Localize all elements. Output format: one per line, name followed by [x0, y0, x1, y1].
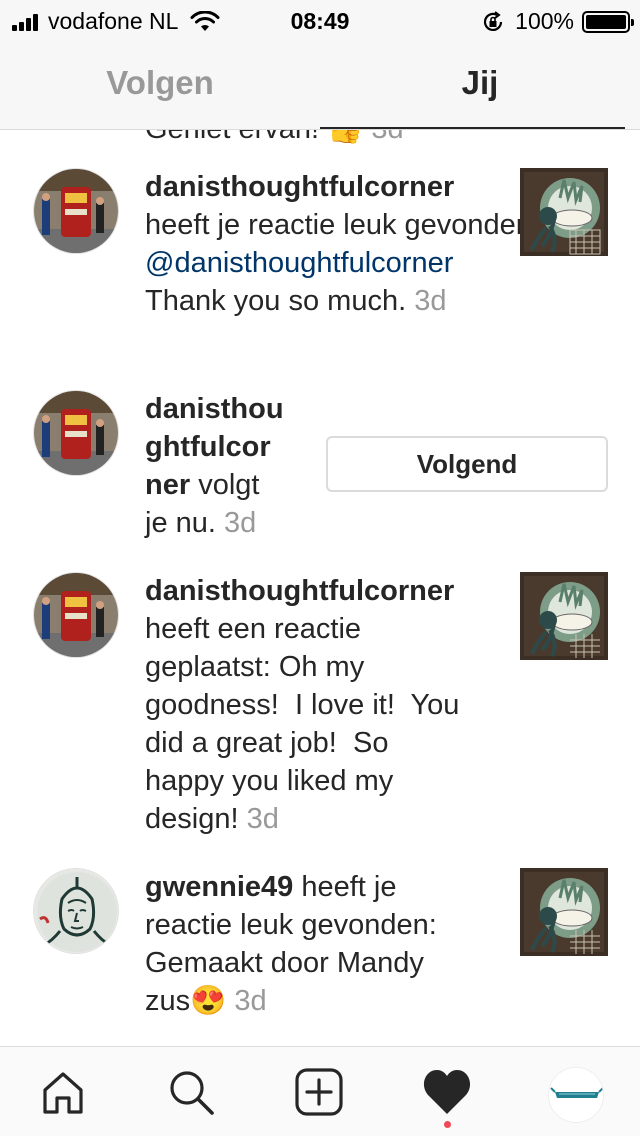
activity-tabs: Volgen Jij	[0, 40, 640, 130]
avatar-photo-icon	[34, 391, 118, 475]
activity-heart-icon[interactable]	[420, 1065, 474, 1119]
list-item[interactable]: gwennie49 heeft je reactie leuk gevonden…	[0, 868, 640, 1038]
activity-indicator-dot	[444, 1121, 451, 1128]
comment-line: happy you liked my	[145, 765, 394, 797]
timestamp: 3d	[246, 803, 279, 835]
notification-text: danisthoughtfulcorner heeft je reactie l…	[145, 168, 540, 320]
comment-line: design!	[145, 803, 239, 835]
battery-percentage: 100%	[515, 8, 574, 34]
comment-line: goodness! I love it! You	[145, 689, 460, 721]
post-thumbnail-image	[520, 168, 608, 256]
username-link[interactable]: gwennie49	[145, 871, 293, 903]
username-link-line-3[interactable]: ner	[145, 469, 190, 501]
notification-text: danisthou ghtfulcor ner volgt je nu. 3d	[145, 390, 310, 542]
cutoff-text: Geniet ervan! 👍	[145, 130, 363, 145]
action-text: heeft je reactie leuk gevonden:	[145, 209, 540, 241]
post-thumbnail-image	[520, 572, 608, 660]
rotation-lock-icon	[484, 10, 503, 31]
active-tab-indicator	[320, 127, 625, 129]
post-thumbnail[interactable]	[520, 168, 608, 256]
avatar[interactable]	[33, 168, 119, 254]
search-icon[interactable]	[164, 1065, 218, 1119]
profile-avatar-image	[549, 1068, 603, 1122]
notification-text: danisthoughtfulcorner heeft een reactie …	[145, 572, 459, 838]
post-thumbnail[interactable]	[520, 868, 608, 956]
battery-icon	[582, 10, 634, 33]
previous-item-cutoff: Geniet ervan! 👍 3d	[145, 130, 404, 146]
comment-line: heeft een reactie	[145, 613, 362, 645]
avatar-photo-icon	[34, 573, 118, 657]
username-link-line-1[interactable]: danisthou	[145, 390, 310, 428]
avatar-photo-icon	[34, 169, 118, 253]
comment-line: zus😍	[145, 985, 227, 1017]
post-thumbnail[interactable]	[520, 572, 608, 660]
comment-text: Thank you so much.	[145, 285, 407, 317]
cutoff-time: 3d	[371, 130, 403, 145]
comment-line: geplaatst: Oh my	[145, 651, 365, 683]
action-text: heeft je	[301, 871, 397, 903]
timestamp: 3d	[234, 985, 267, 1017]
home-icon[interactable]	[36, 1065, 90, 1119]
list-item[interactable]: danisthou ghtfulcor ner volgt je nu. 3d …	[0, 390, 640, 550]
action-text-continued: reactie leuk gevonden:	[145, 909, 437, 941]
post-thumbnail-image	[520, 868, 608, 956]
action-text: volgt	[198, 469, 260, 501]
action-text-continued: je nu.	[145, 507, 216, 539]
tab-you[interactable]: Jij	[320, 64, 640, 102]
mention-link[interactable]: @danisthoughtfulcorner	[145, 244, 540, 282]
username-link[interactable]: danisthoughtfulcorner	[145, 168, 540, 206]
timestamp: 3d	[414, 285, 447, 317]
list-item[interactable]: danisthoughtfulcorner heeft je reactie l…	[0, 168, 640, 358]
status-right: 100%	[481, 8, 634, 35]
new-post-icon[interactable]	[292, 1065, 346, 1119]
tab-following[interactable]: Volgen	[0, 64, 320, 102]
username-link[interactable]: danisthoughtfulcorner	[145, 572, 459, 610]
avatar[interactable]	[33, 390, 119, 476]
profile-avatar[interactable]	[548, 1067, 604, 1123]
comment-line: Gemaakt door Mandy	[145, 947, 424, 979]
avatar-buddha-icon	[34, 869, 118, 953]
status-bar: vodafone NL 08:49 100%	[0, 0, 640, 40]
comment-line: did a great job! So	[145, 727, 389, 759]
following-button[interactable]: Volgend	[326, 436, 608, 492]
list-item[interactable]: danisthoughtfulcorner heeft een reactie …	[0, 572, 640, 842]
avatar[interactable]	[33, 572, 119, 658]
activity-feed[interactable]: Geniet ervan! 👍 3d danisthoughtfulcorner…	[0, 130, 640, 1046]
avatar[interactable]	[33, 868, 119, 954]
bottom-navigation	[0, 1046, 640, 1136]
username-link-line-2[interactable]: ghtfulcor	[145, 428, 310, 466]
notification-text: gwennie49 heeft je reactie leuk gevonden…	[145, 868, 437, 1020]
timestamp: 3d	[224, 507, 257, 539]
